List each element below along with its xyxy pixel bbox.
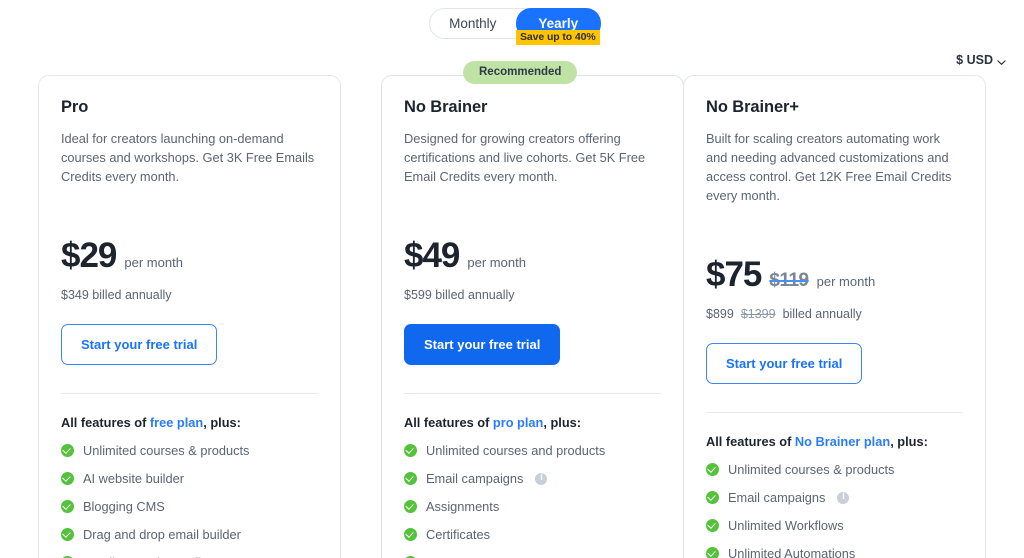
pricing-card-pro: Pro Ideal for creators launching on-dema… (38, 75, 341, 558)
plan-description: Ideal for creators launching on-demand c… (61, 131, 315, 184)
feature-label: Assignments (426, 499, 500, 514)
billed-annually-note: $899 $1399 billed annually (706, 307, 963, 321)
billed-amount: $899 (706, 307, 734, 321)
list-item: Unlimited Automations (706, 546, 963, 558)
check-icon (404, 528, 417, 541)
price-row: $75 $119 per month (706, 257, 963, 292)
check-icon (706, 519, 719, 532)
check-icon (404, 472, 417, 485)
features-heading-suffix: , plus: (543, 415, 582, 430)
features-heading: All features of pro plan, plus: (404, 415, 661, 430)
features-list: Unlimited courses & products Email campa… (706, 462, 963, 558)
start-free-trial-button[interactable]: Start your free trial (404, 324, 561, 365)
price-period: per month (467, 255, 526, 270)
features-heading-prefix: All features of (706, 434, 795, 449)
plan-name: No Brainer (404, 98, 488, 116)
list-item: Unlimited courses & products (706, 462, 963, 477)
check-icon (404, 500, 417, 513)
price-period: per month (816, 274, 876, 289)
list-item: Unlimited courses and products (404, 443, 661, 458)
feature-label: Certificates (426, 527, 491, 542)
list-item: Drag and drop email builder (61, 527, 318, 542)
billed-amount-original: $1399 (740, 307, 776, 321)
feature-label: Blogging CMS (83, 499, 165, 514)
start-free-trial-button[interactable]: Start your free trial (61, 324, 218, 365)
currency-selector[interactable]: $ USD (956, 53, 1006, 67)
check-icon (61, 500, 74, 513)
card-divider (404, 393, 661, 394)
billed-annually-note: $599 billed annually (404, 288, 661, 302)
save-badge: Save up to 40% (516, 30, 600, 45)
features-heading-prefix: All features of (61, 415, 150, 430)
price-amount: $29 (61, 236, 117, 275)
pricing-card-no-brainer: No Brainer Designed for growing creators… (381, 75, 684, 558)
plan-description: Built for scaling creators automating wo… (706, 131, 952, 203)
plan-description: Designed for growing creators offering c… (404, 131, 646, 184)
price-original: $119 (769, 270, 809, 291)
features-list: Unlimited courses and products Email cam… (404, 443, 661, 558)
plan-name: No Brainer+ (706, 98, 799, 116)
card-divider (61, 393, 318, 394)
recommended-badge: Recommended (463, 61, 578, 84)
features-heading: All features of free plan, plus: (61, 415, 318, 430)
features-list: Unlimited courses & products AI website … (61, 443, 318, 558)
features-heading-suffix: , plus: (203, 415, 241, 430)
feature-label: Drag and drop email builder (83, 527, 241, 542)
features-plan-link[interactable]: free plan (150, 415, 203, 430)
price-period: per month (124, 255, 183, 270)
check-icon (706, 491, 719, 504)
pricing-page: Monthly Yearly Save up to 40% $ USD Reco… (0, 0, 1024, 558)
feature-label: Unlimited courses & products (728, 462, 895, 477)
list-item: Certificates (404, 527, 661, 542)
list-item: Email campaigns (706, 490, 963, 505)
price-amount: $75 (706, 255, 762, 294)
list-item: Assignments (404, 499, 661, 514)
list-item: Unlimited courses & products (61, 443, 318, 458)
billed-annually-note: $349 billed annually (61, 288, 318, 302)
feature-label: Unlimited courses and products (426, 443, 606, 458)
feature-label: Email campaigns (426, 471, 524, 486)
list-item: Blogging CMS (61, 499, 318, 514)
price-row: $49 per month (404, 238, 661, 273)
currency-label: $ USD (956, 53, 993, 67)
features-heading: All features of No Brainer plan, plus: (706, 434, 963, 449)
info-icon[interactable] (837, 491, 850, 504)
start-free-trial-button[interactable]: Start your free trial (706, 343, 863, 384)
info-icon[interactable] (535, 472, 548, 485)
billed-text: $349 billed annually (61, 288, 172, 302)
check-icon (61, 528, 74, 541)
list-item: Email campaigns (404, 471, 661, 486)
pricing-card-no-brainer-plus: No Brainer+ Built for scaling creators a… (683, 75, 986, 558)
feature-label: AI website builder (83, 471, 185, 486)
check-icon (61, 472, 74, 485)
features-heading-suffix: , plus: (890, 434, 928, 449)
chevron-down-icon (997, 56, 1006, 65)
feature-label: Email campaigns (728, 490, 826, 505)
feature-label: Unlimited Workflows (728, 518, 844, 533)
check-icon (404, 444, 417, 457)
check-icon (61, 444, 74, 457)
check-icon (706, 463, 719, 476)
feature-label: Unlimited Automations (728, 546, 856, 558)
check-icon (706, 547, 719, 558)
card-divider (706, 412, 963, 413)
feature-label: Unlimited courses & products (83, 443, 250, 458)
list-item: Unlimited Workflows (706, 518, 963, 533)
billed-text: billed annually (782, 307, 862, 321)
plan-name: Pro (61, 98, 89, 116)
price-row: $29 per month (61, 238, 318, 273)
features-plan-link[interactable]: pro plan (493, 415, 543, 430)
list-item: AI website builder (61, 471, 318, 486)
billed-text: $599 billed annually (404, 288, 515, 302)
price-amount: $49 (404, 236, 460, 275)
features-plan-link[interactable]: No Brainer plan (795, 434, 890, 449)
features-heading-prefix: All features of (404, 415, 493, 430)
toggle-option-monthly[interactable]: Monthly (430, 9, 516, 38)
